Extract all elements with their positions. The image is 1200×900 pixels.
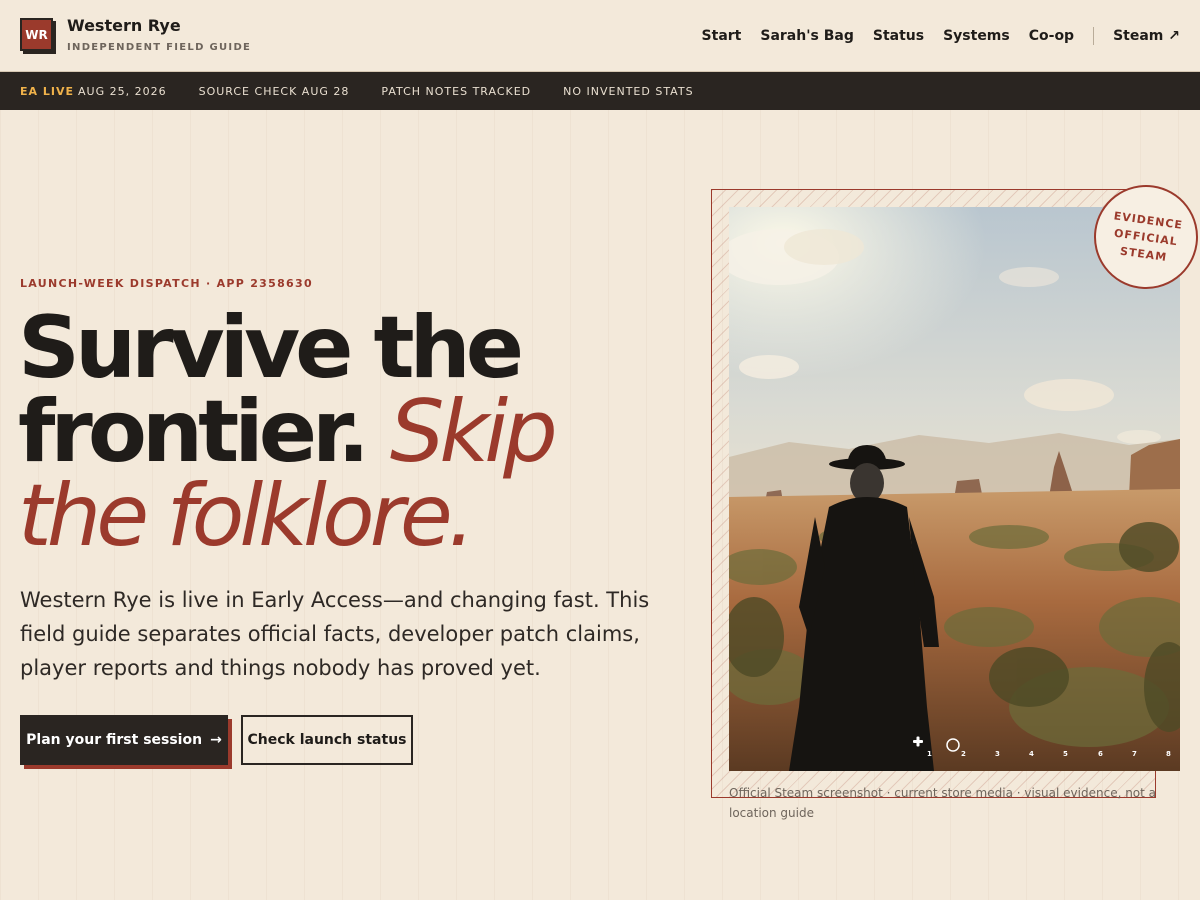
hotbar-slot-number: 4 xyxy=(1029,750,1034,758)
arrow-right-icon: → xyxy=(210,732,222,748)
nav-divider xyxy=(1093,27,1095,45)
nav-status[interactable]: Status xyxy=(873,28,924,44)
hotbar-slot-number: 7 xyxy=(1132,750,1137,758)
hero-lede: Western Rye is live in Early Access—and … xyxy=(20,588,650,680)
ticker-item: NO INVENTED STATS xyxy=(563,84,694,98)
hero-screenshot: 1 2 3 4 5 6 7 8 xyxy=(729,207,1180,771)
nav-sarahs-bag[interactable]: Sarah's Bag xyxy=(760,28,853,44)
primary-button-wrap: Plan your first session → xyxy=(20,715,232,769)
ticker-item: SOURCE CHECK AUG 28 xyxy=(198,84,350,98)
nav-start[interactable]: Start xyxy=(702,28,742,44)
main-nav: Start Sarah's Bag Status Systems Co-op S… xyxy=(702,27,1180,45)
nav-steam-external-link[interactable]: Steam ↗ xyxy=(1113,28,1180,44)
hotbar-slot-number: 8 xyxy=(1166,750,1171,758)
logo-mark: WR xyxy=(20,18,53,51)
ticker-live: EA LIVE AUG 25, 2026 xyxy=(20,85,167,98)
plan-first-session-label: Plan your first session xyxy=(26,732,203,748)
check-launch-status-button[interactable]: Check launch status xyxy=(241,715,413,765)
figure-caption: Official Steam screenshot · current stor… xyxy=(729,786,1157,820)
status-ticker: EA LIVE AUG 25, 2026 SOURCE CHECK AUG 28 … xyxy=(0,72,1200,110)
brand-name[interactable]: Western Rye xyxy=(67,16,181,35)
brand-tagline: INDEPENDENT FIELD GUIDE xyxy=(67,42,252,53)
hotbar-slot-number: 6 xyxy=(1098,750,1103,758)
ticker-live-label: EA LIVE xyxy=(20,84,74,98)
hero-headline: Survive the frontier. Skip the folklore. xyxy=(18,305,658,559)
hotbar-slot-number: 5 xyxy=(1063,750,1068,758)
hero-kicker: LAUNCH-WEEK DISPATCH · APP 2358630 xyxy=(20,277,313,290)
logo[interactable]: WR xyxy=(20,18,56,54)
ticker-live-date: AUG 25, 2026 xyxy=(78,84,167,98)
site-header: WR Western Rye INDEPENDENT FIELD GUIDE S… xyxy=(0,0,1200,72)
hotbar-slot-number: 1 xyxy=(927,750,932,758)
plan-first-session-button[interactable]: Plan your first session → xyxy=(20,715,228,765)
desert-cowboy-illustration: 1 2 3 4 5 6 7 8 xyxy=(729,207,1180,771)
hotbar-slot-number: 3 xyxy=(995,750,1000,758)
hotbar-slot-number: 2 xyxy=(961,750,966,758)
nav-coop[interactable]: Co-op xyxy=(1029,28,1074,44)
ticker-item: PATCH NOTES TRACKED xyxy=(381,84,532,98)
nav-systems[interactable]: Systems xyxy=(943,28,1010,44)
